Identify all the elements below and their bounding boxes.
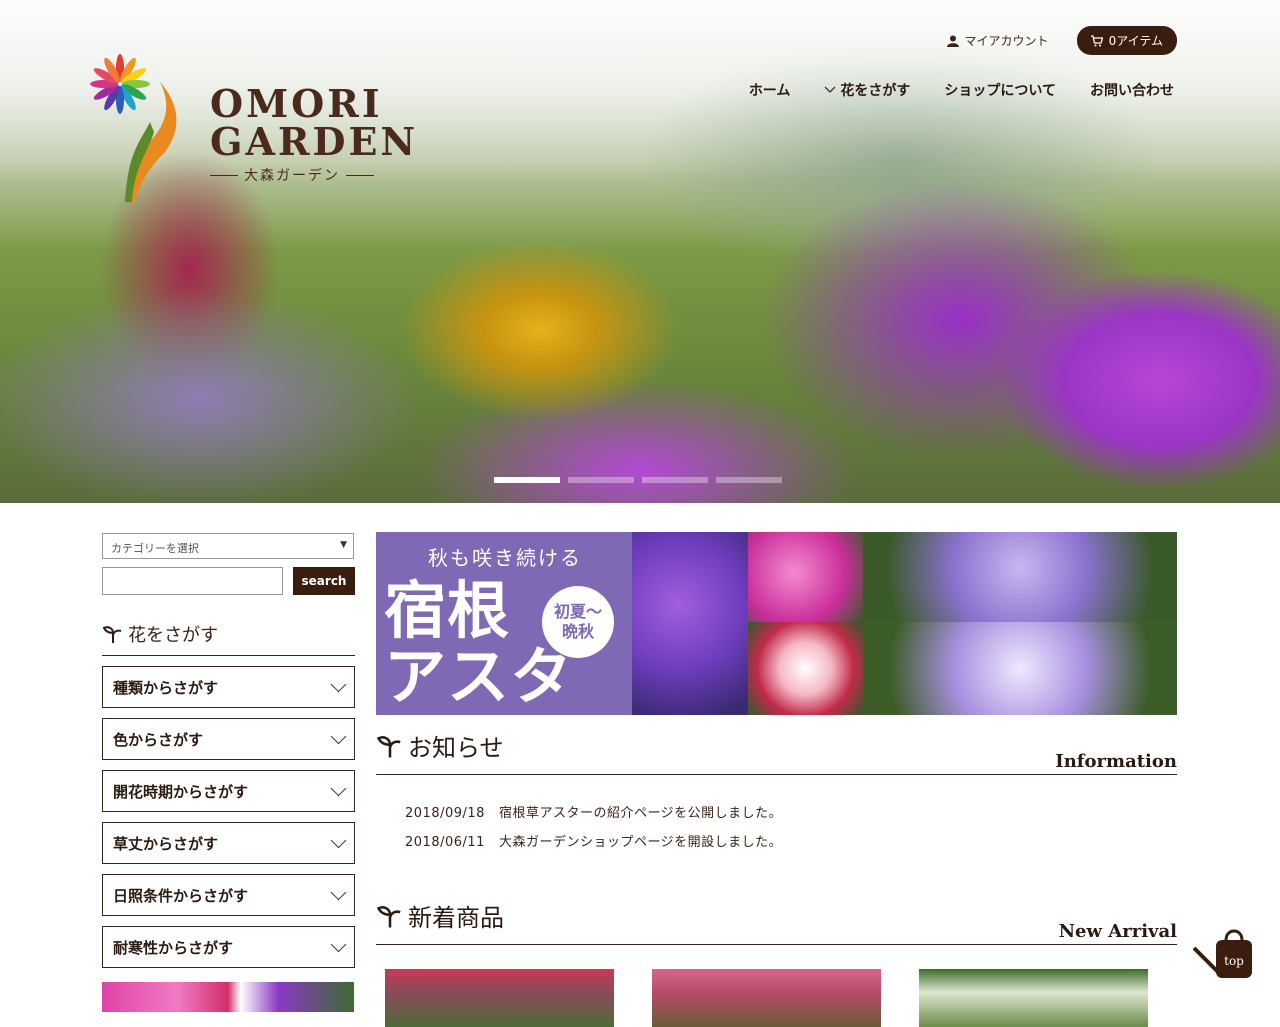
news-heading: お知らせ Information	[376, 728, 1177, 775]
news-text: 宿根草アスターの紹介ページを公開しました。	[498, 806, 783, 821]
account-label: マイアカウント	[964, 34, 1049, 48]
chevron-down-icon	[330, 780, 347, 796]
chevron-down-icon	[330, 884, 347, 900]
sprout-icon	[376, 905, 401, 927]
new-arrival-heading: 新着商品 New Arrival	[376, 898, 1177, 945]
sprout-icon	[376, 735, 401, 757]
banner-photo	[863, 532, 1177, 622]
sidebar-section-title: 花をさがす	[102, 621, 355, 656]
cart-button[interactable]: 0アイテム	[1076, 26, 1177, 55]
logo-icon[interactable]	[90, 52, 190, 212]
product-card[interactable]	[652, 969, 881, 1027]
product-card[interactable]	[919, 969, 1148, 1027]
product-list	[385, 969, 1148, 1027]
news-list: 2018/09/18 宿根草アスターの紹介ページを公開しました。 2018/06/…	[405, 802, 782, 860]
sidebar: カテゴリーを選択 ▼ search 花をさがす 種類からさがす 色からさがす 開…	[102, 533, 355, 1012]
category-select[interactable]: カテゴリーを選択 ▼	[102, 533, 354, 559]
logo-line1: OMORI	[210, 81, 383, 126]
news-item[interactable]: 2018/09/18 宿根草アスターの紹介ページを公開しました。	[405, 802, 782, 821]
top-label: top	[1224, 954, 1244, 968]
back-to-top-button[interactable]: top	[1192, 926, 1258, 982]
news-date: 2018/09/18	[405, 806, 485, 821]
banner-photos	[632, 532, 1177, 715]
select-arrow-icon: ▼	[340, 540, 347, 550]
category-label: 日照条件からさがす	[113, 886, 249, 905]
search-input[interactable]	[102, 567, 283, 595]
category-item[interactable]: 草丈からさがす	[102, 822, 355, 864]
promo-banner-text: 秋も咲き続ける 宿根 アスター 初夏〜 晩秋	[376, 532, 632, 776]
logo-subtitle: 大森ガーデン	[244, 168, 340, 184]
new-arrival-title: 新着商品	[376, 898, 504, 933]
category-item[interactable]: 種類からさがす	[102, 666, 355, 708]
search-row: search	[102, 567, 355, 595]
new-arrival-label: 新着商品	[408, 904, 504, 932]
banner-photo	[632, 532, 748, 715]
category-item[interactable]: 日照条件からさがす	[102, 874, 355, 916]
chevron-down-icon	[330, 832, 347, 848]
sidebar-section-label: 花をさがす	[128, 625, 218, 646]
my-account-link[interactable]: マイアカウント	[946, 32, 1049, 49]
cart-label: 0アイテム	[1108, 34, 1163, 48]
promo-banner[interactable]: 秋も咲き続ける 宿根 アスター 初夏〜 晩秋	[376, 532, 1177, 776]
cart-icon	[1090, 34, 1103, 46]
banner-photo	[748, 622, 863, 715]
slider-dot[interactable]	[494, 477, 560, 483]
product-card[interactable]	[385, 969, 614, 1027]
topbar: マイアカウント 0アイテム	[946, 26, 1177, 55]
slider-dot[interactable]	[642, 477, 708, 483]
banner-photo	[863, 622, 1177, 715]
chevron-down-icon	[330, 728, 347, 744]
slider-indicators	[494, 477, 782, 483]
nav-find-label: 花をさがす	[840, 83, 911, 99]
user-icon	[946, 35, 959, 47]
chevron-down-icon	[330, 676, 347, 692]
nav-find[interactable]: 花をさがす	[824, 80, 910, 100]
news-date: 2018/06/11	[405, 835, 485, 850]
slider-dot[interactable]	[568, 477, 634, 483]
sidebar-banner-image[interactable]	[102, 982, 354, 1012]
news-title-en: Information	[1055, 751, 1177, 772]
category-select-value: カテゴリーを選択	[111, 542, 199, 555]
news-title-label: お知らせ	[408, 734, 504, 762]
banner-subtitle: 秋も咲き続ける	[428, 546, 582, 570]
chevron-down-icon	[824, 86, 836, 93]
logo-line3: 大森ガーデン	[210, 165, 418, 185]
badge-line2: 晩秋	[561, 622, 594, 641]
sprout-icon	[102, 626, 122, 643]
category-label: 開花時期からさがす	[113, 782, 249, 801]
nav-home[interactable]: ホーム	[749, 80, 791, 100]
category-item[interactable]: 開花時期からさがす	[102, 770, 355, 812]
news-text: 大森ガーデンショップページを開設しました。	[498, 835, 783, 850]
slider-dot[interactable]	[716, 477, 782, 483]
badge-line1: 初夏〜	[553, 602, 602, 621]
category-label: 耐寒性からさがす	[113, 938, 234, 957]
main-nav: ホーム 花をさがす ショップについて お問い合わせ	[749, 80, 1174, 100]
nav-about[interactable]: ショップについて	[944, 80, 1056, 100]
banner-photo	[748, 532, 863, 622]
banner-badge: 初夏〜 晩秋	[542, 586, 614, 658]
news-item[interactable]: 2018/06/11 大森ガーデンショップページを開設しました。	[405, 831, 782, 850]
news-title: お知らせ	[376, 728, 504, 763]
nav-contact[interactable]: お問い合わせ	[1090, 80, 1174, 100]
search-button[interactable]: search	[293, 567, 355, 595]
category-label: 種類からさがす	[113, 678, 219, 697]
category-item[interactable]: 色からさがす	[102, 718, 355, 760]
new-arrival-title-en: New Arrival	[1058, 921, 1177, 942]
category-item[interactable]: 耐寒性からさがす	[102, 926, 355, 968]
category-label: 草丈からさがす	[113, 834, 219, 853]
logo-line2: GARDEN	[210, 119, 419, 164]
category-label: 色からさがす	[113, 730, 204, 749]
hero-slider: OMORI GARDEN 大森ガーデン マイアカウント 0アイテム ホーム 花を…	[0, 0, 1280, 503]
logo-text[interactable]: OMORI GARDEN 大森ガーデン	[210, 85, 418, 185]
chevron-down-icon	[330, 936, 347, 952]
